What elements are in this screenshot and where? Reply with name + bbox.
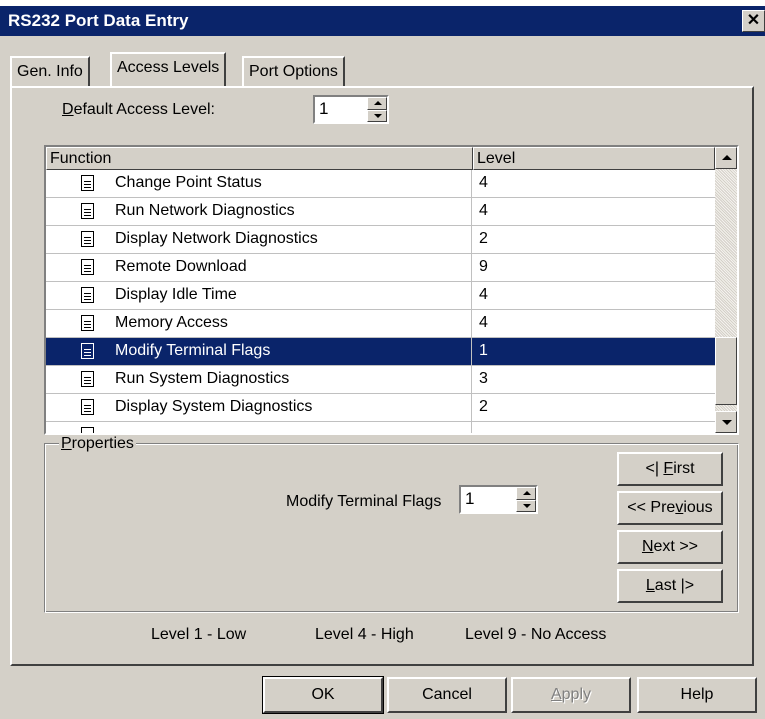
property-field-label: Modify Terminal Flags bbox=[286, 493, 442, 510]
scroll-down-button[interactable] bbox=[715, 411, 737, 433]
legend-low: Level 1 - Low bbox=[151, 626, 247, 643]
help-button[interactable]: Help bbox=[637, 677, 757, 713]
document-icon bbox=[81, 343, 94, 359]
default-access-label: Default Access Level: bbox=[62, 101, 215, 118]
property-level-spinner[interactable]: 1 bbox=[459, 485, 538, 514]
arrow-down-icon bbox=[722, 420, 732, 425]
list-item[interactable]: Change Point Status 4 bbox=[46, 170, 715, 198]
arrow-down-icon bbox=[374, 113, 382, 118]
list-item[interactable]: Run System Diagnostics 3 bbox=[46, 366, 715, 394]
first-button[interactable]: <| First bbox=[617, 452, 723, 486]
tab-access-levels-label: Access Levels bbox=[117, 59, 220, 76]
window-title: RS232 Port Data Entry bbox=[8, 11, 189, 30]
document-icon bbox=[81, 399, 94, 415]
document-icon bbox=[81, 427, 94, 433]
tab-gen-info[interactable]: Gen. Info bbox=[10, 56, 90, 86]
arrow-down-icon bbox=[523, 503, 531, 508]
document-icon bbox=[81, 371, 94, 387]
document-icon bbox=[81, 203, 94, 219]
close-button[interactable]: ✕ bbox=[742, 10, 765, 32]
apply-button[interactable]: Apply bbox=[511, 677, 631, 713]
last-button[interactable]: Last |> bbox=[617, 569, 723, 603]
scroll-up-button[interactable] bbox=[715, 147, 737, 169]
next-button[interactable]: Next >> bbox=[617, 530, 723, 564]
list-item-partial[interactable] bbox=[46, 422, 715, 433]
list-item[interactable]: Display Network Diagnostics 2 bbox=[46, 226, 715, 254]
cancel-button[interactable]: Cancel bbox=[387, 677, 507, 713]
document-icon bbox=[81, 231, 94, 247]
legend-high: Level 4 - High bbox=[315, 626, 414, 643]
tab-port-options[interactable]: Port Options bbox=[242, 56, 345, 86]
properties-title: Properties bbox=[59, 435, 136, 453]
default-access-value: 1 bbox=[319, 99, 329, 118]
list-item-selected[interactable]: Modify Terminal Flags 1 bbox=[46, 338, 715, 366]
spin-down-button[interactable] bbox=[516, 499, 536, 512]
list-item[interactable]: Display Idle Time 4 bbox=[46, 282, 715, 310]
default-access-spinner[interactable]: 1 bbox=[313, 95, 389, 124]
tab-gen-info-label: Gen. Info bbox=[17, 63, 83, 80]
list-item[interactable]: Memory Access 4 bbox=[46, 310, 715, 338]
tab-port-options-label: Port Options bbox=[249, 63, 338, 80]
dialog-window: RS232 Port Data Entry ✕ Gen. Info Access… bbox=[0, 6, 765, 719]
close-icon: ✕ bbox=[746, 12, 761, 29]
list-item[interactable]: Remote Download 9 bbox=[46, 254, 715, 282]
column-header-level[interactable]: Level bbox=[473, 147, 715, 170]
property-level-value: 1 bbox=[465, 489, 475, 508]
list-item[interactable]: Run Network Diagnostics 4 bbox=[46, 198, 715, 226]
document-icon bbox=[81, 287, 94, 303]
spin-down-button[interactable] bbox=[367, 109, 387, 122]
tab-access-levels[interactable]: Access Levels bbox=[110, 52, 227, 86]
arrow-up-icon bbox=[722, 155, 732, 160]
scroll-thumb[interactable] bbox=[715, 337, 737, 405]
arrow-up-icon bbox=[523, 491, 531, 495]
list-scrollbar[interactable] bbox=[715, 147, 737, 433]
column-header-function[interactable]: Function bbox=[46, 147, 473, 170]
document-icon bbox=[81, 315, 94, 331]
spin-up-button[interactable] bbox=[367, 97, 387, 110]
spin-up-button[interactable] bbox=[516, 487, 536, 500]
list-item[interactable]: Display System Diagnostics 2 bbox=[46, 394, 715, 422]
document-icon bbox=[81, 259, 94, 275]
title-bar: RS232 Port Data Entry ✕ bbox=[0, 6, 765, 36]
legend-no-access: Level 9 - No Access bbox=[465, 626, 607, 643]
document-icon bbox=[81, 175, 94, 191]
arrow-up-icon bbox=[374, 101, 382, 105]
function-list[interactable]: Function Level Change Point Status 4 Run… bbox=[44, 145, 739, 435]
previous-button[interactable]: << Previous bbox=[617, 491, 723, 525]
ok-button[interactable]: OK bbox=[262, 676, 384, 714]
